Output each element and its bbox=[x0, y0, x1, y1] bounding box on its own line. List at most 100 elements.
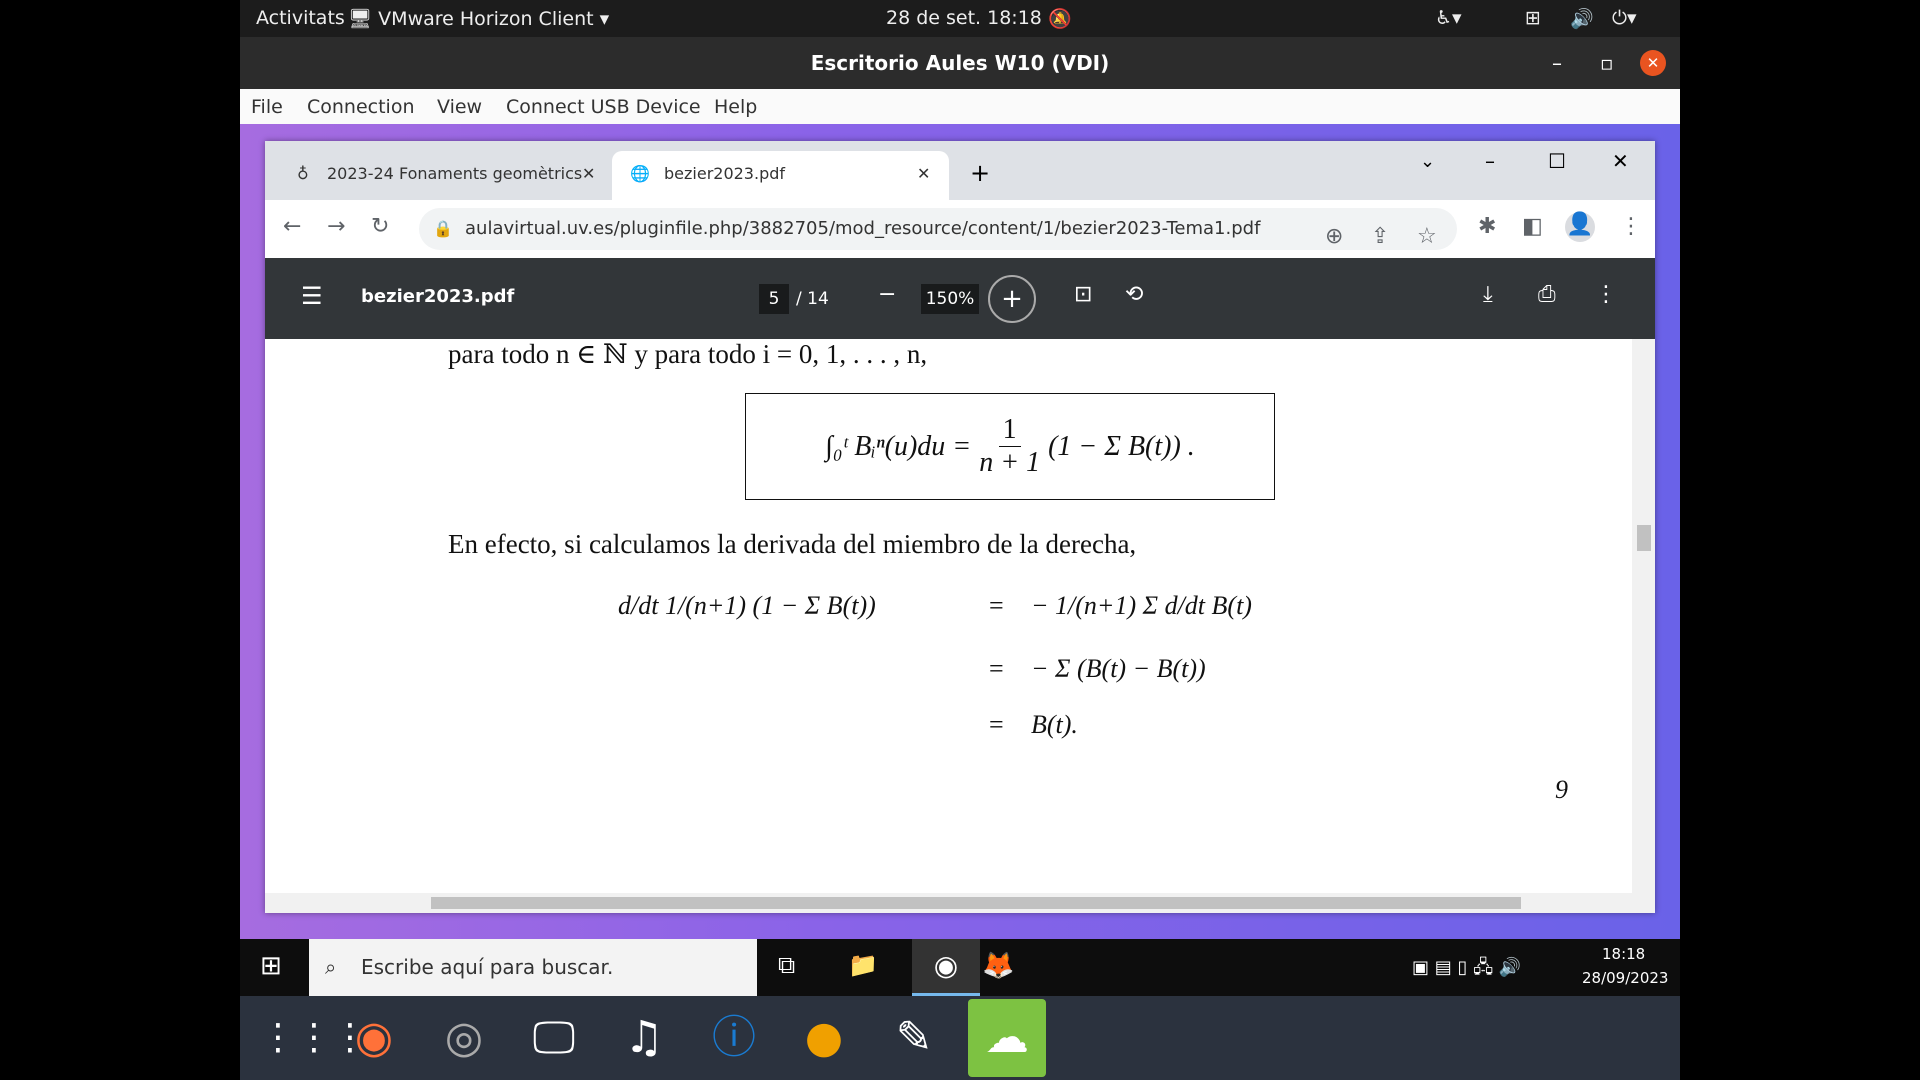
menu-help[interactable]: Help bbox=[714, 96, 757, 118]
horizontal-scrollbar[interactable] bbox=[265, 893, 1655, 913]
tab-label: bezier2023.pdf bbox=[664, 164, 786, 183]
text-line: En efecto, si calculamos la derivada del… bbox=[448, 529, 1137, 559]
maximize-button[interactable]: ☐ bbox=[1548, 149, 1566, 173]
eq2-rhs: − Σ (B(t) − B(t)) bbox=[1031, 654, 1206, 683]
task-view-icon[interactable]: ⧉ bbox=[778, 951, 795, 979]
page-total: / 14 bbox=[796, 289, 829, 309]
denominator: n + 1 bbox=[979, 447, 1041, 478]
file-explorer-icon[interactable]: 📁 bbox=[848, 951, 878, 979]
equals-sign: = bbox=[989, 710, 1004, 739]
volume-icon[interactable]: 🔊 bbox=[1570, 7, 1594, 30]
firefox-icon[interactable]: ◉ bbox=[345, 1008, 403, 1068]
accessibility-icon[interactable]: ♿▾ bbox=[1435, 7, 1462, 29]
side-panel-icon[interactable]: ◧ bbox=[1522, 214, 1543, 239]
firefox-taskbar-icon[interactable]: 🦊 bbox=[982, 951, 1014, 981]
taskbar-date: 28/09/2023 bbox=[1582, 969, 1669, 987]
reload-icon[interactable]: ↻ bbox=[371, 214, 389, 239]
print-icon[interactable]: ⎙ bbox=[1538, 282, 1556, 307]
fraction: 1 n + 1 bbox=[979, 414, 1040, 479]
app-menu[interactable]: 🖥 VMware Horizon Client ▾ bbox=[348, 7, 609, 30]
browser-window: ♁ 2023-24 Fonaments geomètrics ✕ 🌐 bezie… bbox=[265, 141, 1655, 913]
hamburger-menu-icon[interactable]: ☰ bbox=[301, 282, 323, 310]
activities-button[interactable]: Activitats bbox=[256, 7, 345, 29]
tab-label: 2023-24 Fonaments geomètrics bbox=[327, 164, 583, 183]
ubuntu-dock: ⋮⋮⋮ ◉ ◎ 🖵 ♫ ⓘ ● ✎ ☁ bbox=[240, 996, 1680, 1080]
chrome-taskbar-icon[interactable]: ◉ bbox=[912, 939, 980, 996]
rotate-icon[interactable]: ⟲ bbox=[1125, 282, 1143, 307]
taskbar-search[interactable]: ⌕ Escribe aquí para buscar. bbox=[309, 939, 757, 996]
system-top-bar: Activitats 🖥 VMware Horizon Client ▾ 28 … bbox=[240, 0, 1680, 37]
app-grid-icon[interactable]: ⋮⋮⋮ bbox=[260, 1008, 368, 1068]
tab-pdf[interactable]: 🌐 bezier2023.pdf ✕ bbox=[612, 151, 949, 200]
close-tab-icon[interactable]: ✕ bbox=[582, 151, 595, 197]
menu-icon[interactable]: ⋮ bbox=[1620, 214, 1642, 239]
bookmark-star-icon[interactable]: ☆ bbox=[1417, 216, 1437, 258]
cau-icon[interactable]: ● bbox=[795, 1008, 853, 1068]
app-menu-label: VMware Horizon Client ▾ bbox=[378, 8, 610, 30]
menu-connection[interactable]: Connection bbox=[307, 96, 415, 118]
formula-rhs: (1 − Σ B(t)) . bbox=[1048, 430, 1195, 462]
vmware-horizon-icon[interactable]: ☁ bbox=[968, 999, 1046, 1077]
network-icon[interactable]: ⊞ bbox=[1525, 7, 1541, 29]
page-number: 9 bbox=[1555, 775, 1568, 804]
scroll-thumb[interactable] bbox=[431, 897, 1521, 909]
clock[interactable]: 28 de set. 18:18 bbox=[886, 7, 1042, 29]
back-icon[interactable]: ← bbox=[283, 214, 301, 239]
minimize-button[interactable]: – bbox=[1552, 37, 1562, 89]
extensions-icon[interactable]: ✱ bbox=[1478, 214, 1496, 239]
zoom-icon[interactable]: ⊕ bbox=[1325, 216, 1343, 258]
url-text: aulavirtual.uv.es/pluginfile.php/3882705… bbox=[465, 218, 1261, 239]
page-number-input[interactable]: 5 bbox=[759, 284, 789, 314]
search-icon: ⌕ bbox=[325, 955, 337, 979]
close-tab-icon[interactable]: ✕ bbox=[917, 151, 930, 197]
profile-avatar[interactable]: 👤 bbox=[1565, 212, 1595, 242]
power-icon[interactable]: ⏻▾ bbox=[1612, 7, 1637, 29]
zoom-out-button[interactable]: − bbox=[878, 282, 896, 307]
toolbar: ← → ↻ 🔒 aulavirtual.uv.es/pluginfile.php… bbox=[265, 200, 1655, 258]
vertical-scrollbar[interactable] bbox=[1632, 339, 1655, 893]
forward-icon[interactable]: → bbox=[327, 214, 345, 239]
menu-bar: File Connection View Connect USB Device … bbox=[240, 89, 1680, 124]
windows-taskbar: ⊞ ⌕ Escribe aquí para buscar. ⧉ 📁 ◉ 🦊 ▣ … bbox=[240, 939, 1680, 996]
download-icon[interactable]: ⤓ bbox=[1483, 282, 1493, 307]
formula-lhs: ∫₀ᵗ Bᵢⁿ(u)du = bbox=[825, 430, 972, 462]
taskbar-time: 18:18 bbox=[1602, 945, 1646, 963]
more-options-icon[interactable]: ⋮ bbox=[1595, 282, 1617, 307]
remote-desktop-icon[interactable]: 🖵 bbox=[525, 1008, 583, 1068]
globe-icon: 🌐 bbox=[630, 164, 650, 183]
close-button[interactable]: ✕ bbox=[1640, 50, 1666, 76]
tab-search-icon[interactable]: ⌄ bbox=[1420, 151, 1435, 172]
scroll-thumb[interactable] bbox=[1637, 525, 1651, 551]
minimize-button[interactable]: – bbox=[1485, 149, 1495, 173]
disc-icon[interactable]: ◎ bbox=[435, 1008, 493, 1068]
moodle-icon: ♁ bbox=[297, 164, 309, 183]
notifications-off-icon: 🔕 bbox=[1048, 8, 1072, 30]
close-button[interactable]: ✕ bbox=[1612, 149, 1629, 173]
tab-course[interactable]: ♁ 2023-24 Fonaments geomètrics ✕ bbox=[275, 151, 605, 200]
pdf-page: para todo n ∈ ℕ y para todo i = 0, 1, . … bbox=[265, 339, 1632, 893]
address-bar[interactable]: 🔒 aulavirtual.uv.es/pluginfile.php/38827… bbox=[419, 208, 1457, 250]
zoom-input[interactable]: 150% bbox=[921, 284, 979, 314]
tray-icons[interactable]: ▣ ▤ ▯ 🖧 🔊 bbox=[1412, 955, 1521, 985]
pdf-filename: bezier2023.pdf bbox=[361, 286, 515, 307]
zoom-in-button[interactable]: + bbox=[988, 275, 1036, 323]
tab-strip: ♁ 2023-24 Fonaments geomètrics ✕ 🌐 bezie… bbox=[265, 141, 1655, 200]
windows-start-icon[interactable]: ⊞ bbox=[260, 951, 282, 981]
menu-file[interactable]: File bbox=[251, 96, 283, 118]
share-icon[interactable]: ⇪ bbox=[1371, 216, 1389, 258]
maximize-button[interactable]: ▫ bbox=[1600, 37, 1614, 89]
window-title: Escritorio Aules W10 (VDI) bbox=[810, 51, 1110, 75]
new-tab-button[interactable]: + bbox=[970, 159, 990, 187]
search-placeholder: Escribe aquí para buscar. bbox=[361, 955, 614, 979]
fit-page-icon[interactable]: ⊡ bbox=[1074, 282, 1092, 307]
eq1-rhs: − 1/(n+1) Σ d/dt B(t) bbox=[1031, 591, 1252, 620]
notes-icon[interactable]: ✎ bbox=[885, 1008, 943, 1068]
eq3-rhs: B(t). bbox=[1031, 710, 1078, 739]
menu-connect-usb[interactable]: Connect USB Device bbox=[506, 96, 701, 118]
music-icon[interactable]: ♫ bbox=[615, 1008, 673, 1068]
boxed-formula: ∫₀ᵗ Bᵢⁿ(u)du = 1 n + 1 (1 − Σ B(t)) . bbox=[745, 393, 1275, 500]
info-icon[interactable]: ⓘ bbox=[705, 1008, 763, 1068]
menu-view[interactable]: View bbox=[437, 96, 482, 118]
lock-icon: 🔒 bbox=[433, 219, 453, 238]
equals-sign: = bbox=[989, 654, 1004, 683]
